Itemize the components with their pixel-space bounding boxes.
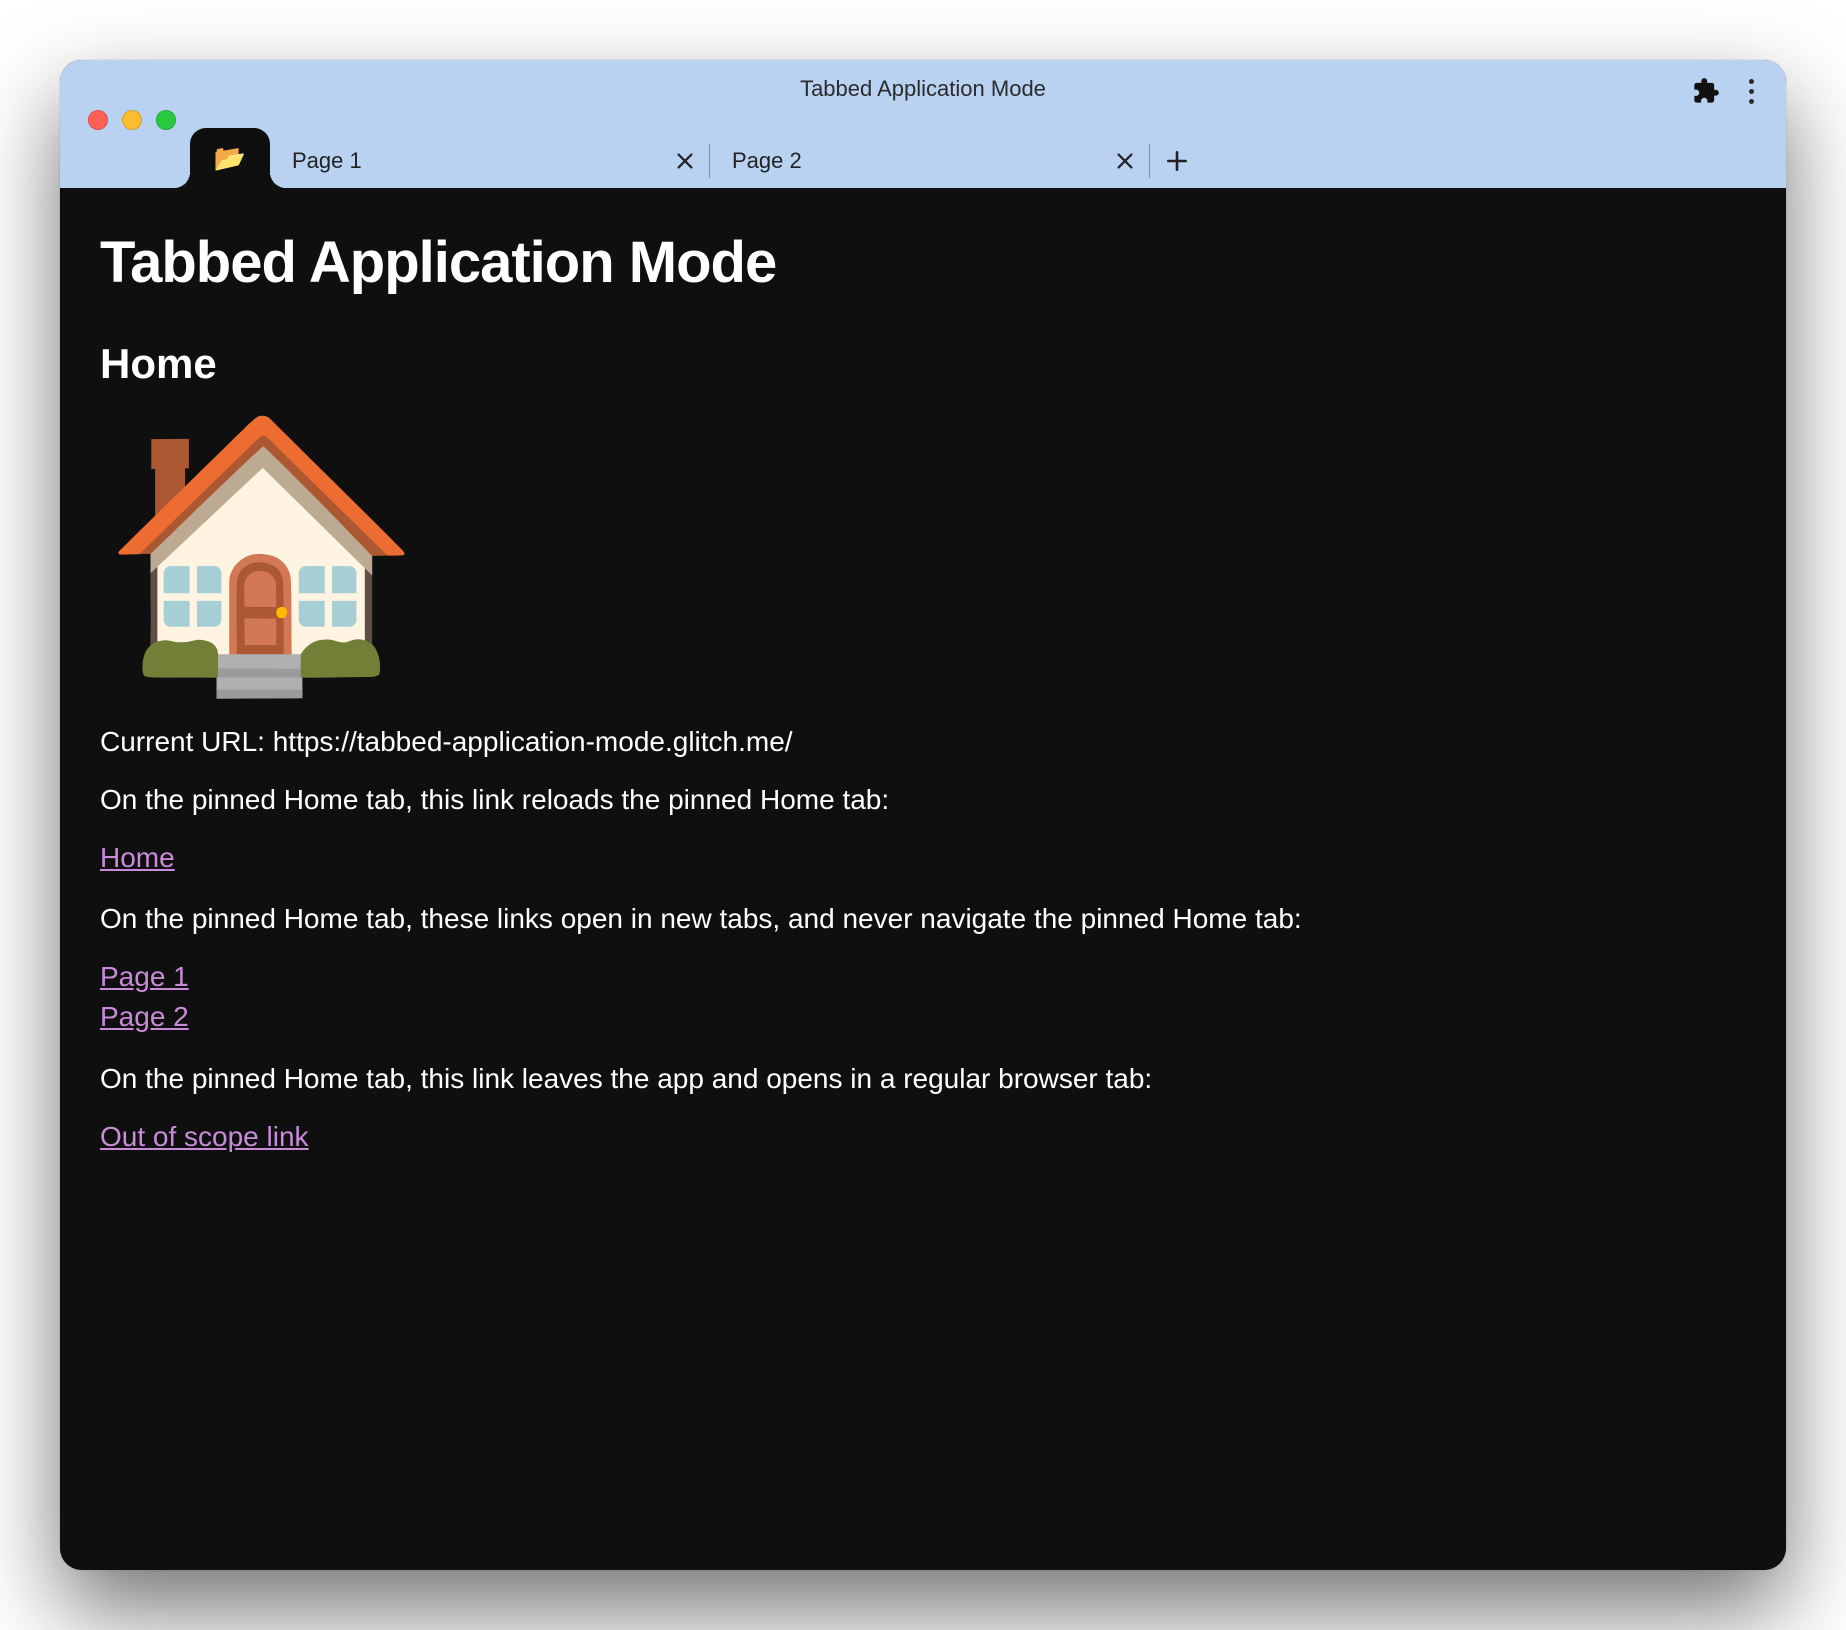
current-url-label: Current URL: bbox=[100, 726, 273, 757]
tab-page-2[interactable]: Page 2 bbox=[710, 134, 1150, 188]
page-content: Tabbed Application Mode Home 🏠 Current U… bbox=[60, 188, 1786, 1570]
paragraph-leave: On the pinned Home tab, this link leaves… bbox=[100, 1060, 1746, 1098]
tab-strip: 📂 Page 1 Page 2 bbox=[60, 118, 1786, 188]
folder-icon: 📂 bbox=[214, 145, 246, 171]
close-icon[interactable] bbox=[674, 150, 696, 172]
current-url-line: Current URL: https://tabbed-application-… bbox=[100, 723, 1746, 761]
tab-divider bbox=[1149, 144, 1150, 178]
tab-label: Page 2 bbox=[732, 148, 1114, 174]
traffic-lights bbox=[88, 110, 176, 130]
link-page-2[interactable]: Page 2 bbox=[100, 998, 1746, 1036]
house-icon: 🏠 bbox=[100, 423, 1746, 683]
link-out-of-scope[interactable]: Out of scope link bbox=[100, 1118, 1746, 1156]
paragraph-open-new: On the pinned Home tab, these links open… bbox=[100, 900, 1746, 938]
extensions-icon[interactable] bbox=[1692, 77, 1720, 105]
link-page-1[interactable]: Page 1 bbox=[100, 958, 1746, 996]
window-zoom-button[interactable] bbox=[156, 110, 176, 130]
page-subtitle: Home bbox=[100, 336, 1746, 393]
tab-pinned-home[interactable]: 📂 bbox=[190, 128, 270, 188]
page-title: Tabbed Application Mode bbox=[100, 224, 1746, 302]
window-title: Tabbed Application Mode bbox=[60, 76, 1786, 102]
close-icon[interactable] bbox=[1114, 150, 1136, 172]
app-window: Tabbed Application Mode 📂 bbox=[60, 60, 1786, 1570]
window-close-button[interactable] bbox=[88, 110, 108, 130]
tab-label: Page 1 bbox=[292, 148, 674, 174]
new-tab-button[interactable] bbox=[1150, 134, 1204, 188]
current-url-value: https://tabbed-application-mode.glitch.m… bbox=[273, 726, 793, 757]
window-minimize-button[interactable] bbox=[122, 110, 142, 130]
tab-page-1[interactable]: Page 1 bbox=[270, 134, 710, 188]
app-menu-button[interactable] bbox=[1734, 74, 1768, 108]
titlebar: Tabbed Application Mode 📂 bbox=[60, 60, 1786, 188]
paragraph-reload: On the pinned Home tab, this link reload… bbox=[100, 781, 1746, 819]
link-home[interactable]: Home bbox=[100, 839, 1746, 877]
